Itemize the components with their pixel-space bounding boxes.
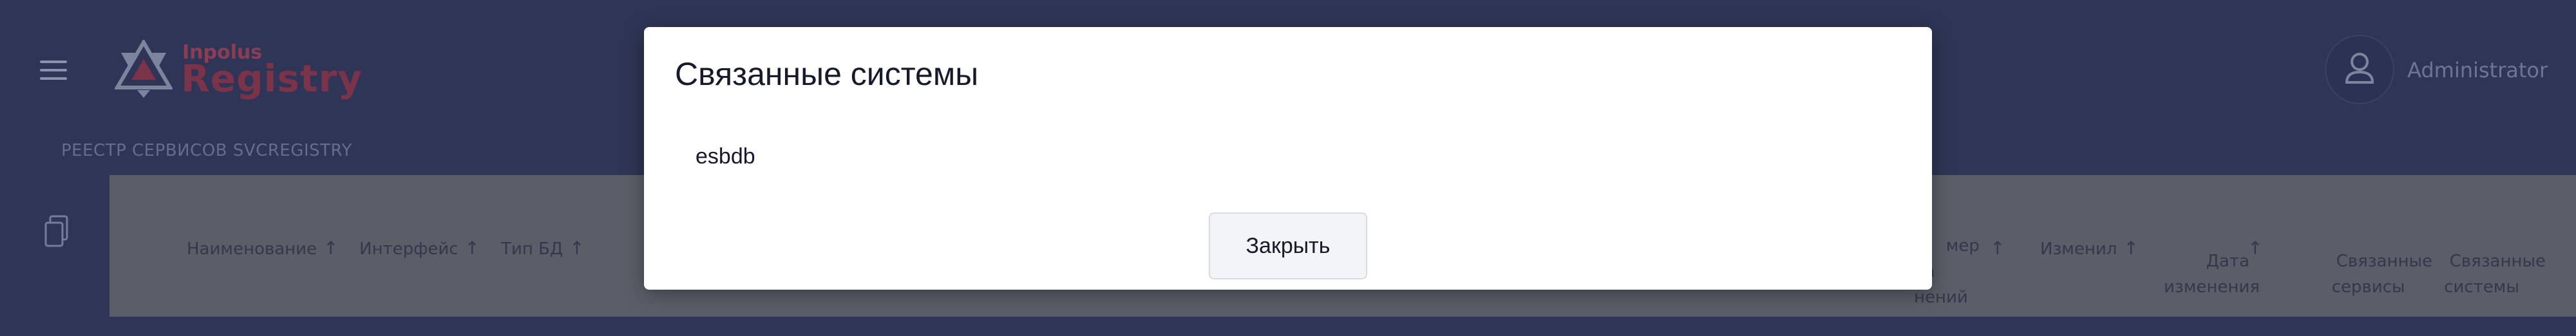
menu-icon[interactable]: [40, 61, 67, 80]
sort-arrow-up-icon[interactable]: ↑: [569, 236, 584, 261]
related-systems-dialog: Связанные системы esbdb Закрыть: [644, 27, 1932, 290]
related-system-item: esbdb: [696, 144, 755, 169]
logo-brand-title: Registry: [181, 57, 363, 100]
dialog-title: Связанные системы: [675, 56, 979, 92]
document-copy-icon[interactable]: [44, 215, 70, 248]
sidebar: [0, 175, 109, 317]
user-name[interactable]: Administrator: [2407, 58, 2548, 82]
user-avatar[interactable]: [2325, 35, 2394, 104]
logo: Inpolus Registry: [115, 40, 362, 104]
col-header-related-services: Связанные сервисы: [2331, 252, 2432, 297]
breadcrumb[interactable]: РЕЕСТР СЕРВИСОВ SVCREGISTRY: [61, 141, 352, 160]
col-header-name[interactable]: Наименование ↑: [187, 236, 339, 262]
sort-arrow-up-icon[interactable]: ↑: [2123, 236, 2138, 261]
sort-arrow-up-icon[interactable]: ↑: [2248, 236, 2262, 261]
col-header-sort-size[interactable]: ↑: [1984, 236, 2005, 262]
col-header-db-type[interactable]: Тип БД ↑: [501, 236, 585, 262]
col-header-changed-by[interactable]: Изменил ↑: [2040, 236, 2139, 262]
user-icon: [2345, 53, 2374, 84]
col-header-interface[interactable]: Интерфейс ↑: [359, 236, 480, 262]
sort-arrow-up-icon[interactable]: ↑: [1990, 236, 2005, 261]
col-header-sort-date[interactable]: ↑: [2241, 236, 2262, 262]
sort-arrow-up-icon[interactable]: ↑: [465, 236, 480, 261]
sort-arrow-up-icon[interactable]: ↑: [323, 236, 338, 261]
col-header-related-systems: Связанные системы: [2444, 252, 2546, 297]
close-button[interactable]: Закрыть: [1209, 212, 1367, 279]
logo-icon: [115, 40, 173, 98]
